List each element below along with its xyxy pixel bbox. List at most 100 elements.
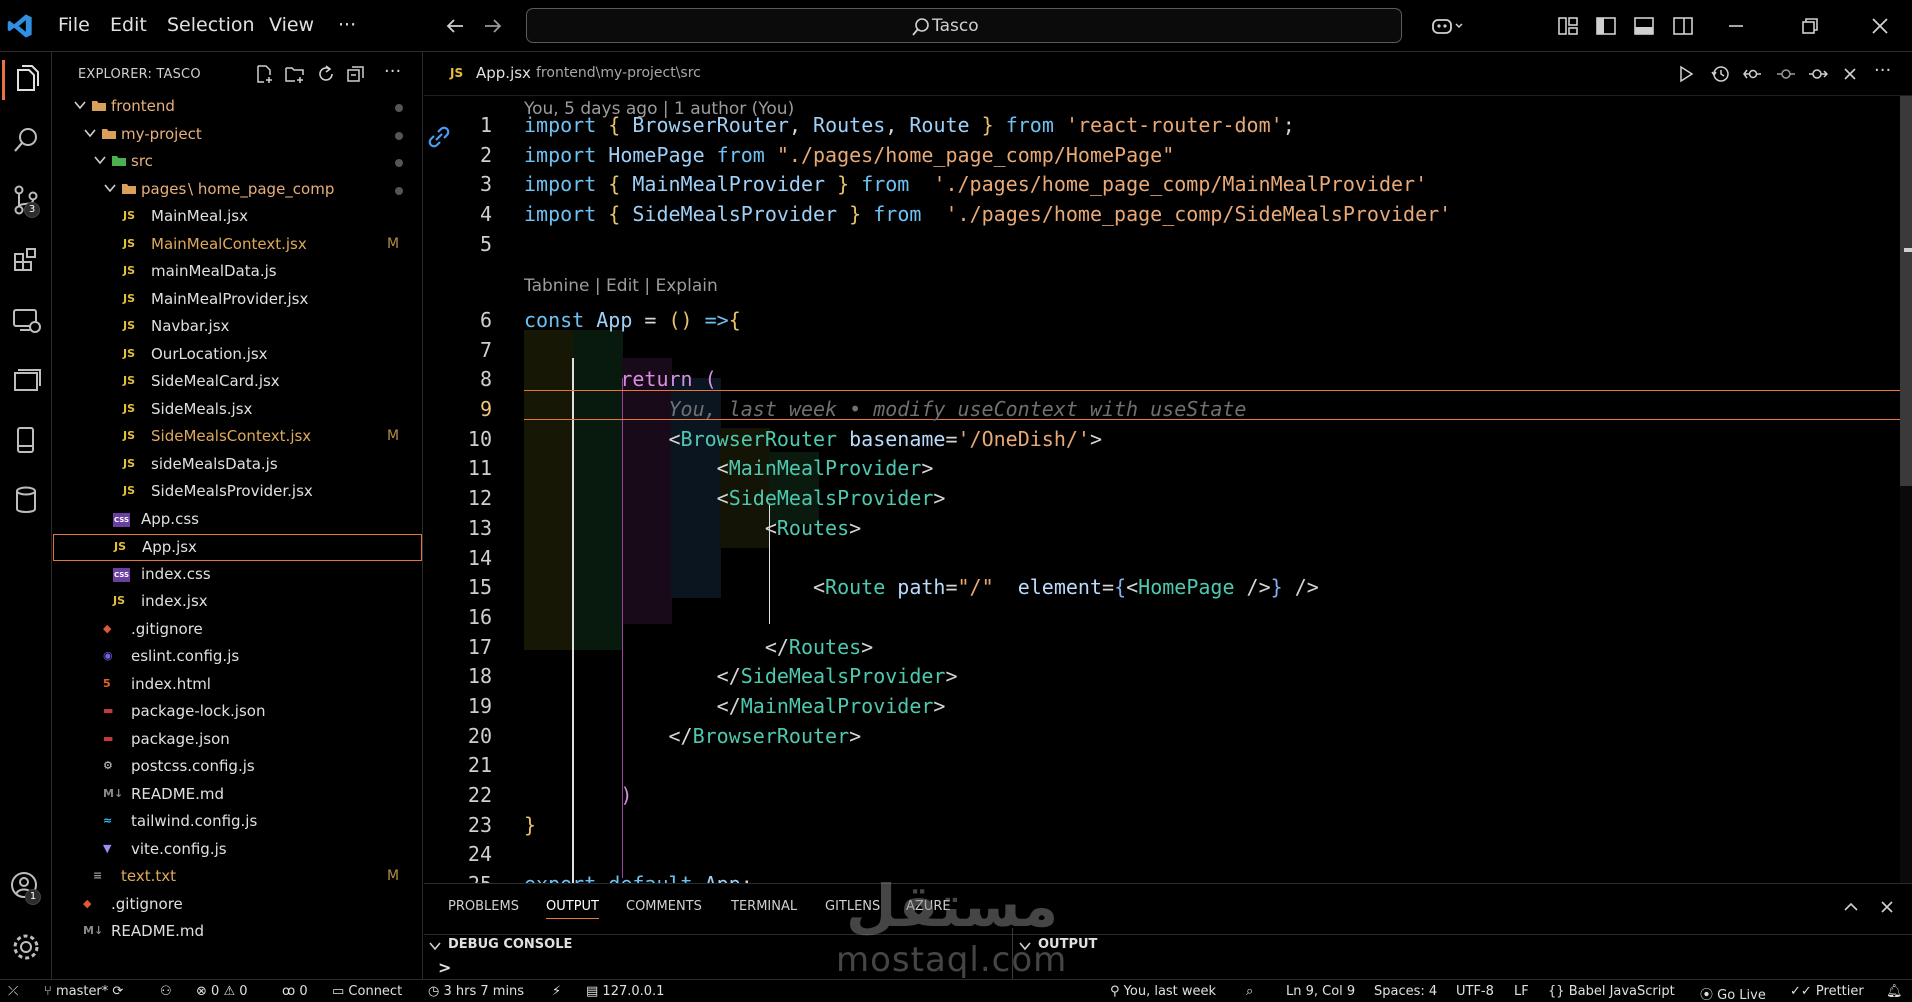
- remote-indicator-icon[interactable]: ⤫: [8, 984, 18, 999]
- tree-item[interactable]: ▬ package-lock.json: [53, 699, 422, 726]
- line-number[interactable]: 15: [424, 575, 492, 599]
- tree-item[interactable]: ≡ text.txt M: [53, 864, 422, 891]
- search-activity[interactable]: [6, 120, 46, 160]
- lightning-status-icon[interactable]: ⚡: [552, 984, 561, 999]
- code-line[interactable]: 20 </BrowserRouter>: [424, 721, 1912, 751]
- restore-icon[interactable]: [1798, 14, 1822, 38]
- code-line[interactable]: 5: [424, 229, 1912, 259]
- tabnine-codelens[interactable]: Tabnine | Edit | Explain: [524, 276, 718, 296]
- branch-status[interactable]: ⑂ master* ⟳: [44, 984, 123, 999]
- chevron-down-icon[interactable]: [83, 126, 97, 140]
- tab-problems[interactable]: PROBLEMS: [448, 899, 519, 914]
- editor-more-icon[interactable]: ···: [1874, 60, 1894, 81]
- line-number[interactable]: 6: [424, 308, 492, 332]
- line-number[interactable]: 19: [424, 694, 492, 718]
- tab-output[interactable]: OUTPUT: [546, 899, 599, 919]
- code-line[interactable]: 18 </SideMealsProvider>: [424, 661, 1912, 691]
- tree-item[interactable]: JS SideMealCard.jsx: [53, 369, 422, 396]
- close-editor-icon[interactable]: [1840, 64, 1860, 84]
- line-number[interactable]: 16: [424, 605, 492, 629]
- tree-item[interactable]: pages \ home_page_comp: [53, 177, 422, 204]
- tree-item[interactable]: CSS App.css: [53, 507, 422, 534]
- tree-item[interactable]: JS App.jsx: [53, 534, 422, 561]
- tree-item[interactable]: ◉ eslint.config.js: [53, 644, 422, 671]
- toggle-secondary-sidebar-icon[interactable]: [1671, 14, 1695, 38]
- encoding-status[interactable]: UTF-8: [1456, 984, 1494, 999]
- code-line[interactable]: 21: [424, 750, 1912, 780]
- database-activity[interactable]: [6, 480, 46, 520]
- code-line[interactable]: 13 <Routes>: [424, 513, 1912, 543]
- line-number[interactable]: 11: [424, 456, 492, 480]
- code-line[interactable]: 16: [424, 602, 1912, 632]
- new-file-icon[interactable]: [253, 63, 275, 85]
- timeline-icon[interactable]: [1710, 64, 1730, 84]
- tree-item[interactable]: JS OurLocation.jsx: [53, 342, 422, 369]
- chevron-down-icon[interactable]: [428, 939, 442, 953]
- tree-item[interactable]: JS SideMealsProvider.jsx: [53, 479, 422, 506]
- gitlens-status-icon[interactable]: ⚇: [160, 984, 172, 999]
- maximize-panel-icon[interactable]: [1842, 898, 1860, 916]
- ports-status[interactable]: ꝏ 0: [282, 984, 308, 999]
- cursor-position[interactable]: Ln 9, Col 9: [1286, 984, 1355, 999]
- tree-item[interactable]: my-project: [53, 122, 422, 149]
- breadcrumb-path[interactable]: frontend\my-project\src: [536, 65, 701, 81]
- back-arrow-icon[interactable]: [444, 15, 466, 37]
- source-control-activity[interactable]: 3: [6, 180, 46, 220]
- tree-item[interactable]: M↓ README.md: [53, 919, 422, 946]
- tree-item[interactable]: ⚙ postcss.config.js: [53, 754, 422, 781]
- tree-item[interactable]: JS SideMealsContext.jsx M: [53, 424, 422, 451]
- menu-file[interactable]: File: [58, 14, 90, 36]
- extensions-activity[interactable]: [6, 240, 46, 280]
- vscode-logo-icon[interactable]: [6, 12, 34, 40]
- tree-item[interactable]: JS sideMealsData.js: [53, 452, 422, 479]
- tree-item[interactable]: CSS index.css: [53, 562, 422, 589]
- forward-arrow-icon[interactable]: [482, 15, 504, 37]
- commit-icon[interactable]: [1776, 64, 1796, 84]
- gitlens-compare-icon[interactable]: [1742, 64, 1762, 84]
- problems-status[interactable]: ⊗ 0 ⚠ 0: [196, 984, 248, 999]
- code-line[interactable]: 2 import HomePage from "./pages/home_page…: [424, 140, 1912, 170]
- remote-explorer-activity[interactable]: [6, 300, 46, 340]
- copilot-icon[interactable]: [1430, 14, 1464, 38]
- tree-item[interactable]: JS MainMealContext.jsx M: [53, 232, 422, 259]
- accounts-activity[interactable]: 1: [6, 867, 46, 907]
- code-line[interactable]: 17 </Routes>: [424, 632, 1912, 662]
- time-tracker-status[interactable]: ◷ 3 hrs 7 mins: [428, 984, 524, 999]
- line-number[interactable]: 18: [424, 664, 492, 688]
- line-number[interactable]: 23: [424, 813, 492, 837]
- code-line[interactable]: 23}: [424, 810, 1912, 840]
- tree-item[interactable]: JS SideMeals.jsx: [53, 397, 422, 424]
- code-line[interactable]: 14: [424, 543, 1912, 573]
- line-number[interactable]: 3: [424, 172, 492, 196]
- line-number[interactable]: 24: [424, 842, 492, 866]
- minimize-icon[interactable]: [1724, 14, 1748, 38]
- line-number[interactable]: 14: [424, 546, 492, 570]
- debug-console-title[interactable]: DEBUG CONSOLE: [448, 937, 572, 952]
- collapse-all-icon[interactable]: [345, 63, 367, 85]
- line-number[interactable]: 10: [424, 427, 492, 451]
- refresh-icon[interactable]: [315, 63, 337, 85]
- code-line[interactable]: 9 You, last week • modify useContext wit…: [424, 394, 1912, 424]
- zoom-icon[interactable]: ⌕: [1246, 984, 1253, 999]
- code-line[interactable]: 22 ): [424, 780, 1912, 810]
- chevron-down-icon[interactable]: [93, 153, 107, 167]
- breadcrumb-file[interactable]: App.jsx: [476, 64, 531, 82]
- menu-selection[interactable]: Selection: [167, 14, 255, 36]
- code-line[interactable]: 25 export default App;: [424, 869, 1912, 883]
- toggle-primary-sidebar-icon[interactable]: [1594, 14, 1618, 38]
- console-prompt[interactable]: >: [438, 958, 451, 977]
- line-number[interactable]: 1: [424, 113, 492, 137]
- explorer-activity[interactable]: [2, 60, 46, 100]
- chevron-down-icon[interactable]: [103, 181, 117, 195]
- tree-item[interactable]: src: [53, 149, 422, 176]
- code-line[interactable]: 8 return (: [424, 364, 1912, 394]
- tree-item[interactable]: ◆ .gitignore: [53, 892, 422, 919]
- chevron-down-icon[interactable]: [73, 98, 87, 112]
- host-status[interactable]: ▤ 127.0.0.1: [586, 984, 664, 999]
- line-number[interactable]: 25: [424, 872, 492, 883]
- line-number[interactable]: 8: [424, 367, 492, 391]
- eol-status[interactable]: LF: [1514, 984, 1529, 999]
- line-number[interactable]: 22: [424, 783, 492, 807]
- tree-item[interactable]: JS MainMeal.jsx: [53, 204, 422, 231]
- line-number[interactable]: 2: [424, 143, 492, 167]
